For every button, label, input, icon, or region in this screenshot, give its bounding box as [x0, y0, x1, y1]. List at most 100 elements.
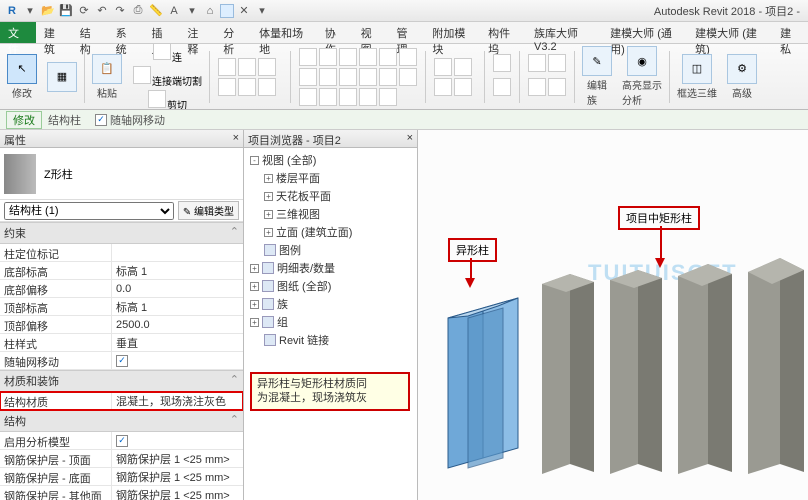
tab-jmds2[interactable]: 建模大师 (建筑): [687, 22, 772, 43]
qat-thin-icon[interactable]: [220, 4, 234, 18]
mt-12-icon[interactable]: [399, 68, 417, 86]
app-logo-icon[interactable]: R: [4, 3, 20, 19]
prop-value[interactable]: 钢筋保护层 1 <25 mm>: [112, 486, 243, 500]
prop-category[interactable]: 结构⌃: [0, 410, 243, 432]
tab-architecture[interactable]: 建筑: [36, 22, 72, 43]
tab-manage[interactable]: 管理: [389, 22, 425, 43]
tree-toggle-icon[interactable]: +: [250, 318, 259, 327]
advanced-icon[interactable]: ⚙: [727, 54, 757, 84]
vt-2-icon[interactable]: [454, 58, 472, 76]
qat-new-icon[interactable]: ▾: [22, 3, 38, 19]
ribbon-advanced[interactable]: ⚙高级: [724, 53, 760, 101]
opt-modify[interactable]: 修改: [6, 111, 42, 129]
modify-cursor-icon[interactable]: ↖: [7, 54, 37, 84]
tab-insert[interactable]: 插入: [144, 22, 180, 43]
qat-close-icon[interactable]: ✕: [236, 3, 252, 19]
tree-toggle-icon[interactable]: +: [264, 228, 273, 237]
prop-value[interactable]: ✓: [112, 432, 243, 449]
mt-11-icon[interactable]: [379, 68, 397, 86]
prop-value[interactable]: ✓: [112, 352, 243, 369]
type-selector[interactable]: Z形柱: [0, 148, 243, 200]
paste-icon[interactable]: 📋: [92, 54, 122, 84]
prop-row[interactable]: 顶部偏移2500.0: [0, 316, 243, 334]
opt-structural-column[interactable]: 结构柱: [42, 112, 87, 128]
edit-type-button[interactable]: ✎ 编辑类型: [178, 201, 239, 220]
join-icon[interactable]: [148, 90, 166, 108]
create-1-icon[interactable]: [528, 54, 546, 72]
close-browser-icon[interactable]: ×: [407, 132, 413, 145]
tab-collaborate[interactable]: 协作: [317, 22, 353, 43]
tab-addins[interactable]: 附加模块: [424, 22, 480, 43]
create-4-icon[interactable]: [548, 78, 566, 96]
tab-file[interactable]: 文件: [0, 22, 36, 43]
prop-row[interactable]: 结构材质混凝土，现场浇注灰色: [0, 392, 243, 410]
mt-10-icon[interactable]: [359, 68, 377, 86]
create-2-icon[interactable]: [548, 54, 566, 72]
geom-5-icon[interactable]: [238, 78, 256, 96]
prop-value[interactable]: [112, 244, 243, 261]
tab-analyze[interactable]: 分析: [215, 22, 251, 43]
tree-toggle-icon[interactable]: +: [264, 210, 273, 219]
close-panel-icon[interactable]: ×: [233, 132, 239, 145]
measure-icon[interactable]: [493, 54, 511, 72]
tab-structure[interactable]: 结构: [72, 22, 108, 43]
cut-icon[interactable]: [153, 44, 171, 60]
qat-text-icon[interactable]: A: [166, 3, 182, 19]
rect-column-4[interactable]: [742, 246, 808, 482]
prop-value[interactable]: 垂直: [112, 334, 243, 351]
irregular-column[interactable]: [438, 288, 528, 498]
tree-toggle-icon[interactable]: +: [264, 174, 273, 183]
prop-value[interactable]: 2500.0: [112, 316, 243, 333]
mt-8-icon[interactable]: [319, 68, 337, 86]
qat-dropdown2-icon[interactable]: ▾: [254, 3, 270, 19]
prop-row[interactable]: 底部标高标高 1: [0, 262, 243, 280]
box3d-icon[interactable]: ◫: [682, 54, 712, 84]
qat-measure-icon[interactable]: 📏: [148, 3, 164, 19]
rect-column-2[interactable]: [604, 254, 668, 482]
geom-4-icon[interactable]: [218, 78, 236, 96]
tree-node[interactable]: 图例: [246, 241, 415, 259]
mt-3-icon[interactable]: [339, 48, 357, 66]
prop-value[interactable]: 0.0: [112, 280, 243, 297]
geom-6-icon[interactable]: [258, 78, 276, 96]
prop-category[interactable]: 材质和装饰⌃: [0, 370, 243, 392]
prop-value[interactable]: 钢筋保护层 1 <25 mm>: [112, 468, 243, 485]
tree-node[interactable]: +立面 (建筑立面): [246, 223, 415, 241]
tree-toggle-icon[interactable]: -: [250, 156, 259, 165]
geom-1-icon[interactable]: [218, 58, 236, 76]
highlight-icon[interactable]: ◉: [627, 46, 657, 76]
tree-node[interactable]: +组: [246, 313, 415, 331]
mt-1-icon[interactable]: [299, 48, 317, 66]
geom-2-icon[interactable]: [238, 58, 256, 76]
ribbon-box3d[interactable]: ◫框选三维: [674, 53, 720, 101]
prop-row[interactable]: 柱样式垂直: [0, 334, 243, 352]
viewport-3d[interactable]: TUITUISOFT 异形柱 项目中矩形柱 异形柱与矩形柱材质同 为混凝土: [418, 130, 808, 500]
mt-6-icon[interactable]: [399, 48, 417, 66]
ribbon-edit-family[interactable]: ✎编辑 族: [579, 45, 615, 108]
qat-home-icon[interactable]: ⌂: [202, 3, 218, 19]
properties-list[interactable]: 约束⌃柱定位标记底部标高标高 1底部偏移0.0顶部标高标高 1顶部偏移2500.…: [0, 222, 243, 500]
prop-category[interactable]: 约束⌃: [0, 222, 243, 244]
qat-sync-icon[interactable]: ⟳: [76, 3, 92, 19]
prop-row[interactable]: 柱定位标记: [0, 244, 243, 262]
tree-node[interactable]: +明细表/数量: [246, 259, 415, 277]
clip-icon[interactable]: [133, 66, 151, 84]
opt-move-with-grid[interactable]: ✓随轴网移动: [95, 112, 165, 128]
filter-icon[interactable]: ▦: [47, 62, 77, 92]
mt-16-icon[interactable]: [359, 88, 377, 106]
tree-node[interactable]: +天花板平面: [246, 187, 415, 205]
tab-massing[interactable]: 体量和场地: [251, 22, 317, 43]
edit-family-icon[interactable]: ✎: [582, 46, 612, 76]
checkbox-icon[interactable]: ✓: [95, 114, 107, 126]
prop-value[interactable]: 标高 1: [112, 262, 243, 279]
tree-node[interactable]: +图纸 (全部): [246, 277, 415, 295]
tab-gjw[interactable]: 构件坞: [480, 22, 526, 43]
ribbon-highlight[interactable]: ◉高亮显示 分析: [619, 45, 665, 108]
dimension-icon[interactable]: [493, 78, 511, 96]
tab-annotate[interactable]: 注释: [179, 22, 215, 43]
tab-jmds3[interactable]: 建私: [772, 22, 808, 43]
prop-row[interactable]: 钢筋保护层 - 底面钢筋保护层 1 <25 mm>: [0, 468, 243, 486]
qat-save-icon[interactable]: 💾: [58, 3, 74, 19]
mt-14-icon[interactable]: [319, 88, 337, 106]
prop-row[interactable]: 随轴网移动✓: [0, 352, 243, 370]
